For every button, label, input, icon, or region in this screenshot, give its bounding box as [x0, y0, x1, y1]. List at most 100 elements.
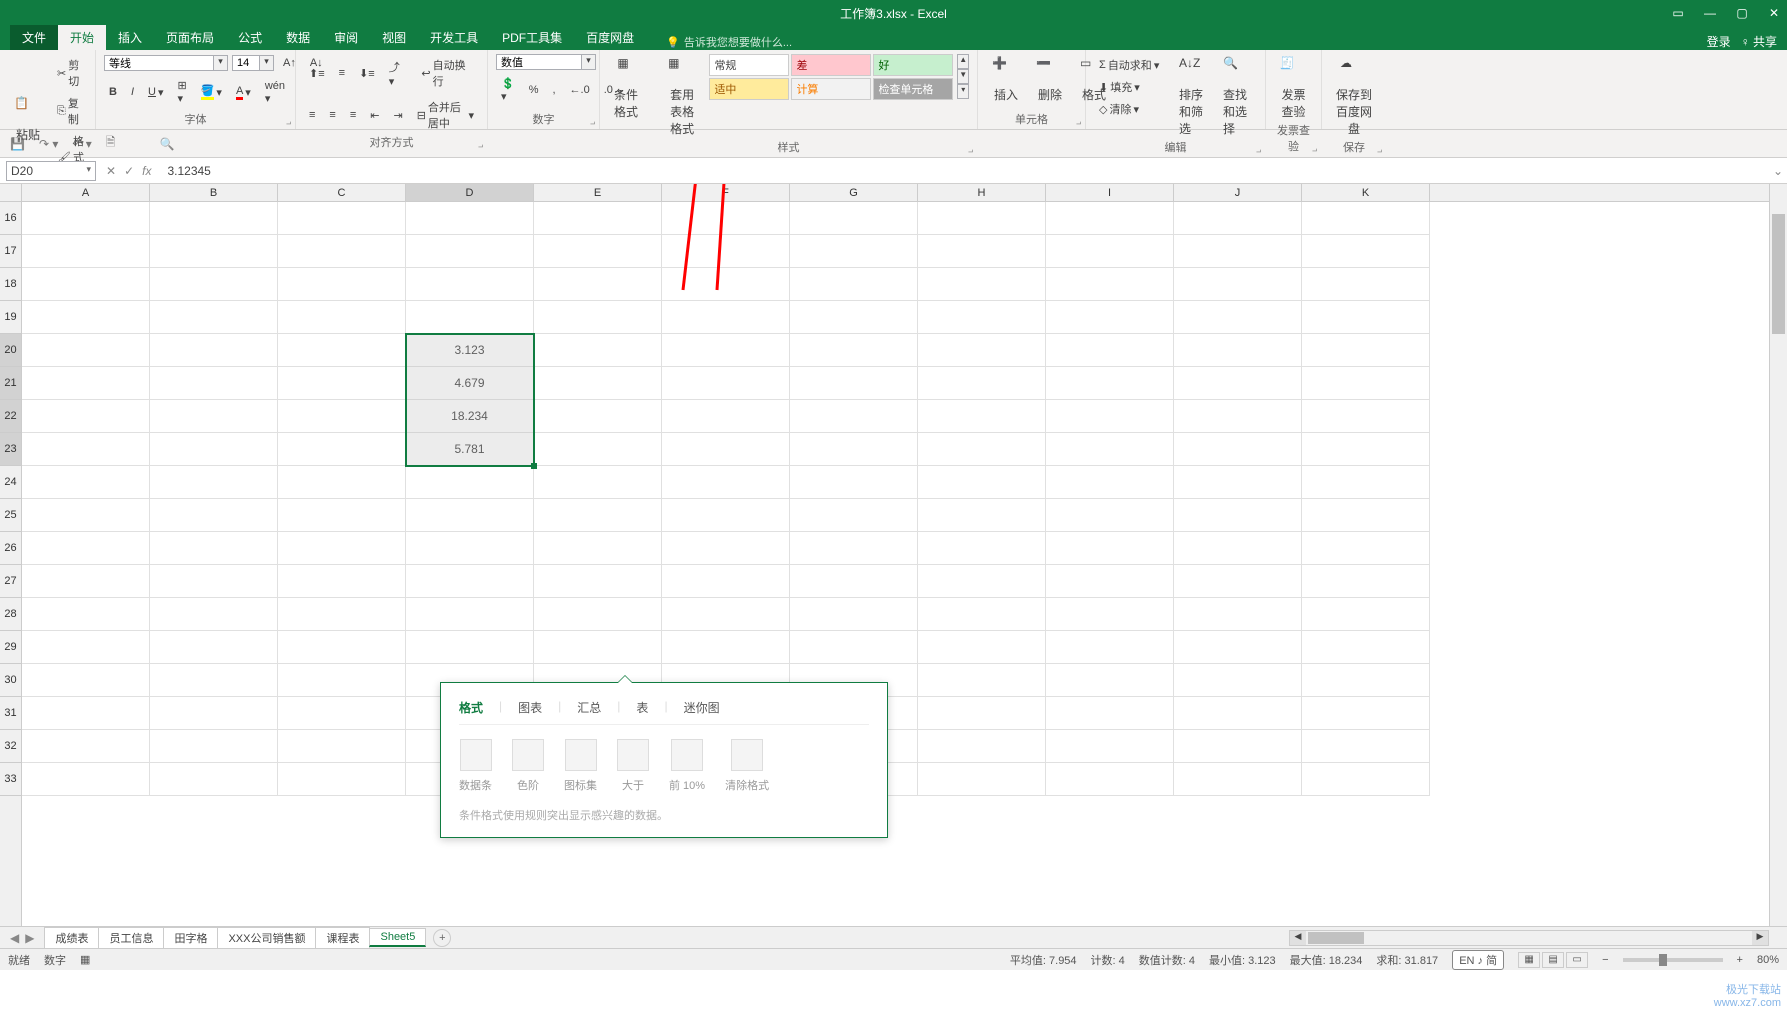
cell[interactable] [278, 202, 406, 235]
scroll-left-icon[interactable]: ◀ [1290, 931, 1306, 945]
cell[interactable] [918, 664, 1046, 697]
gallery-up-button[interactable]: ▲ [957, 54, 969, 69]
cell[interactable] [150, 367, 278, 400]
cell[interactable] [1174, 730, 1302, 763]
horizontal-scrollbar[interactable]: ◀ ▶ [1289, 930, 1769, 946]
cell[interactable] [1046, 400, 1174, 433]
cell[interactable] [918, 367, 1046, 400]
row-header[interactable]: 27 [0, 565, 21, 598]
chevron-down-icon[interactable]: ▾ [86, 164, 91, 178]
style-neutral[interactable]: 适中 [709, 78, 789, 100]
cell[interactable] [662, 433, 790, 466]
row-header[interactable]: 24 [0, 466, 21, 499]
row-header[interactable]: 20 [0, 334, 21, 367]
cell[interactable] [406, 565, 534, 598]
find-select-button[interactable]: 🔍查找和选择 [1217, 54, 1257, 139]
cell[interactable] [790, 334, 918, 367]
tab-formulas[interactable]: 公式 [226, 25, 274, 50]
sort-filter-button[interactable]: A↓Z排序和筛选 [1173, 54, 1213, 139]
cell[interactable] [22, 631, 150, 664]
zoom-out-button[interactable]: − [1602, 954, 1608, 966]
cell[interactable] [662, 202, 790, 235]
clear-button[interactable]: ◇清除 ▾ [1094, 98, 1144, 120]
gallery-more-button[interactable]: ▾ [957, 84, 969, 99]
delete-cells-button[interactable]: ➖删除 [1030, 54, 1070, 105]
cell[interactable] [918, 433, 1046, 466]
cell[interactable] [1174, 598, 1302, 631]
cell[interactable] [1174, 202, 1302, 235]
cell[interactable] [1302, 235, 1430, 268]
print-preview-icon[interactable]: 🔍 [159, 137, 174, 151]
cell[interactable] [278, 268, 406, 301]
cell[interactable] [150, 301, 278, 334]
cell[interactable] [918, 202, 1046, 235]
enter-formula-icon[interactable]: ✓ [124, 164, 134, 178]
cell[interactable] [1174, 235, 1302, 268]
cell[interactable] [662, 631, 790, 664]
align-bottom-button[interactable]: ⬇≡ [354, 64, 380, 83]
sheet-tab[interactable]: XXX公司销售额 [217, 927, 316, 948]
style-good[interactable]: 好 [873, 54, 953, 76]
cell[interactable] [534, 433, 662, 466]
cell[interactable] [278, 697, 406, 730]
cell[interactable] [150, 532, 278, 565]
cell[interactable] [278, 367, 406, 400]
cell[interactable] [278, 433, 406, 466]
cell[interactable] [278, 235, 406, 268]
cell[interactable] [150, 466, 278, 499]
cell[interactable] [22, 334, 150, 367]
cell[interactable] [22, 763, 150, 796]
row-header[interactable]: 29 [0, 631, 21, 664]
chevron-down-icon[interactable]: ▾ [214, 55, 228, 71]
cell[interactable] [534, 400, 662, 433]
row-header[interactable]: 31 [0, 697, 21, 730]
cell[interactable] [918, 301, 1046, 334]
undo-icon[interactable]: ↶ ▾ [72, 137, 91, 151]
cell[interactable] [1174, 631, 1302, 664]
cell[interactable] [278, 664, 406, 697]
view-normal-button[interactable]: ▦ [1518, 952, 1540, 968]
cell[interactable] [1174, 268, 1302, 301]
cell[interactable] [1046, 532, 1174, 565]
font-name-combo[interactable] [104, 55, 214, 71]
cell[interactable] [1302, 367, 1430, 400]
cell[interactable] [406, 202, 534, 235]
cell[interactable] [918, 631, 1046, 664]
cell[interactable] [22, 202, 150, 235]
new-icon[interactable]: 🗎 [106, 133, 116, 154]
sheet-tab[interactable]: 员工信息 [98, 927, 164, 948]
row-header[interactable]: 25 [0, 499, 21, 532]
cell[interactable] [1302, 202, 1430, 235]
cell[interactable] [1174, 466, 1302, 499]
cell[interactable] [1046, 697, 1174, 730]
number-format-combo[interactable] [496, 54, 582, 70]
cell[interactable] [150, 433, 278, 466]
cell[interactable] [150, 202, 278, 235]
vertical-scrollbar[interactable] [1769, 184, 1787, 926]
name-box[interactable]: D20▾ [6, 161, 96, 181]
cell[interactable] [1302, 730, 1430, 763]
cell[interactable] [406, 235, 534, 268]
cell[interactable] [918, 466, 1046, 499]
cell[interactable] [1302, 598, 1430, 631]
underline-button[interactable]: U ▾ [143, 83, 168, 102]
cell[interactable] [662, 268, 790, 301]
zoom-in-button[interactable]: + [1737, 954, 1743, 966]
cell[interactable] [406, 301, 534, 334]
scrollbar-thumb[interactable] [1308, 932, 1364, 944]
style-check-cell[interactable]: 检查单元格 [873, 78, 953, 100]
cell[interactable] [1046, 466, 1174, 499]
zoom-level[interactable]: 80% [1757, 954, 1779, 966]
row-header[interactable]: 16 [0, 202, 21, 235]
cell[interactable] [406, 466, 534, 499]
quick-greater-button[interactable]: 大于 [617, 739, 649, 793]
row-header[interactable]: 33 [0, 763, 21, 796]
cell[interactable] [22, 499, 150, 532]
align-top-button[interactable]: ⬆≡ [304, 64, 330, 83]
quick-databar-button[interactable]: 数据条 [459, 739, 492, 793]
expand-formula-bar-icon[interactable]: ⌄ [1769, 164, 1787, 178]
scrollbar-thumb[interactable] [1772, 214, 1785, 334]
insert-cells-button[interactable]: ➕插入 [986, 54, 1026, 105]
column-header[interactable]: H [918, 184, 1046, 201]
cell[interactable] [278, 631, 406, 664]
